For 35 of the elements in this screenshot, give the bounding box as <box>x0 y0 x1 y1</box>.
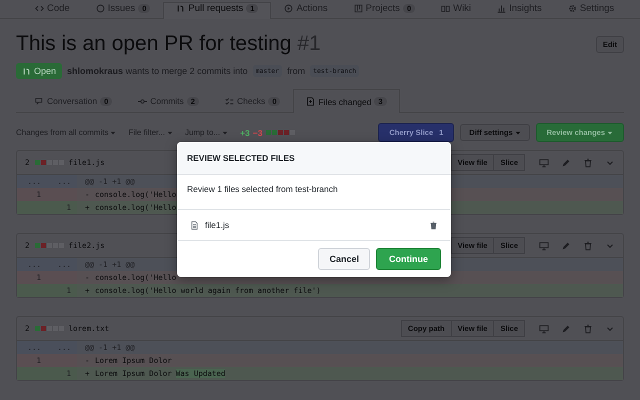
selected-file-name: file1.js <box>205 220 230 230</box>
continue-button[interactable]: Continue <box>376 248 441 270</box>
open-state-badge: Open <box>16 63 62 79</box>
speech-bubble-icon <box>35 96 44 106</box>
actions-icon <box>284 4 294 13</box>
additions-count: +3 <box>240 128 250 138</box>
monitor-icon[interactable] <box>539 158 549 168</box>
wiki-icon <box>441 4 450 13</box>
pr-title: This is an open PR for testing <box>16 32 292 55</box>
file-icon <box>190 220 199 230</box>
file-diff-icon <box>306 97 316 106</box>
caret-icon <box>110 130 116 136</box>
trash-icon[interactable] <box>429 220 438 230</box>
issue-icon <box>96 4 105 13</box>
deletions-count: −3 <box>252 128 262 138</box>
commit-icon <box>138 96 148 106</box>
pencil-icon[interactable] <box>561 324 571 334</box>
cancel-button[interactable]: Cancel <box>318 248 370 270</box>
pencil-icon[interactable] <box>561 240 571 250</box>
insights-icon <box>497 4 506 13</box>
dialog-message: Review 1 files selected from test-branch <box>187 184 338 194</box>
caret-icon <box>607 130 613 136</box>
code-icon <box>35 4 44 13</box>
caret-icon <box>514 130 521 136</box>
pr-icon <box>176 4 186 13</box>
caret-icon <box>166 130 173 136</box>
caret-icon <box>222 130 228 136</box>
pull-request-icon <box>22 66 31 76</box>
monitor-icon[interactable] <box>539 240 549 250</box>
dialog-title: REVIEW SELECTED FILES <box>187 153 295 163</box>
monitor-icon[interactable] <box>539 324 549 334</box>
checklist-icon <box>224 96 234 106</box>
project-icon <box>354 4 363 13</box>
settings-icon <box>568 4 577 13</box>
pencil-icon[interactable] <box>561 158 571 168</box>
